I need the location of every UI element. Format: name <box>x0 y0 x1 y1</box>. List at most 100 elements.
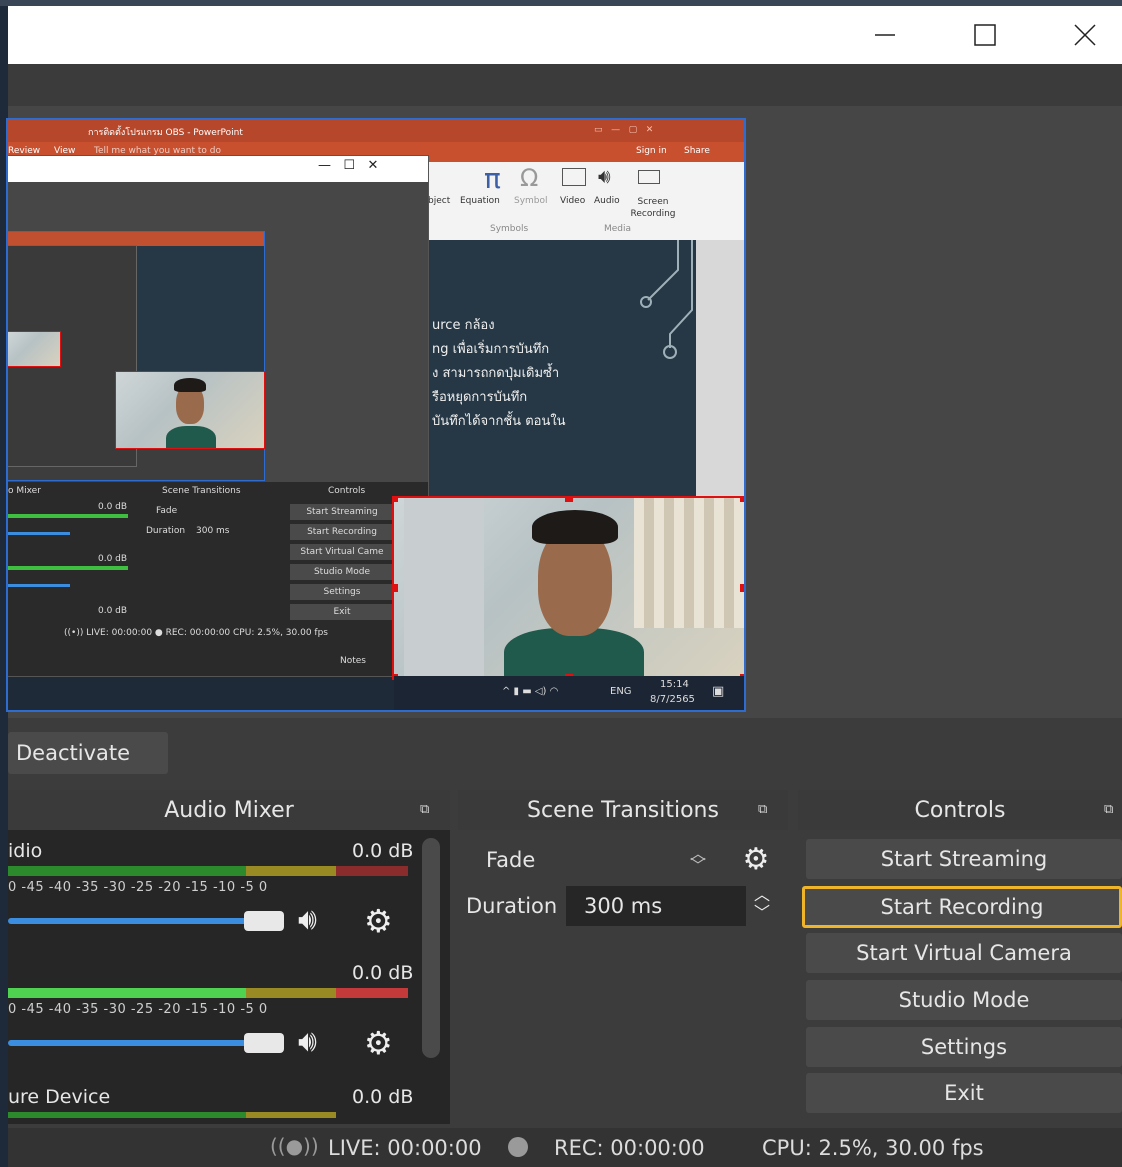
circuit-decoration <box>640 240 693 359</box>
duration-stepper[interactable]: ︿ ﹀ <box>746 886 778 926</box>
gear-icon[interactable]: ⚙ <box>364 1024 393 1062</box>
deactivate-button[interactable]: Deactivate <box>8 732 168 774</box>
tray-time: 15:14 <box>660 679 689 690</box>
audio-mixer-dock: Audio Mixer ⧉ idio 0.0 dB 0 -45 -40 -35 … <box>8 790 450 1124</box>
screen-recording-icon <box>638 170 660 184</box>
volume-slider-handle[interactable] <box>244 911 284 931</box>
nested-control-button: Studio Mode <box>290 564 394 580</box>
nested-db: 0.0 dB <box>98 606 128 616</box>
nested-webcam-small <box>8 331 61 367</box>
slide-line: ng เพื่อเริ่มการบันทึก <box>432 342 550 357</box>
omega-icon: Ω <box>520 164 539 192</box>
channel-volume-db: 0.0 dB <box>352 1086 414 1108</box>
volume-meter-yellow <box>246 988 336 998</box>
tray-date: 8/7/2565 <box>650 694 695 705</box>
slide-line: บันทึกได้จากชั้น ตอนใน <box>432 414 566 429</box>
volume-meter-red <box>336 988 408 998</box>
volume-meter-yellow <box>246 1112 336 1118</box>
window-controls-icon: ▭ — ▢ ✕ <box>594 125 654 135</box>
volume-slider-handle[interactable] <box>244 1033 284 1053</box>
start-streaming-button[interactable]: Start Streaming <box>806 839 1122 879</box>
minimize-icon <box>875 34 895 36</box>
ppt-tab-view: View <box>54 146 76 156</box>
volume-meter-red <box>336 866 408 876</box>
ribbon-item-object: bject <box>428 196 451 206</box>
undock-icon[interactable]: ⧉ <box>420 802 436 817</box>
maximize-button[interactable] <box>950 6 1020 64</box>
powerpoint-title-bar: การติดตั้งโปรแกรม OBS - PowerPoint ▭ — ▢… <box>8 120 744 142</box>
nested-control-button: Settings <box>290 584 394 600</box>
speaker-icon[interactable]: 🔊︎ <box>298 902 317 937</box>
volume-meter-yellow <box>246 866 336 876</box>
slide-line: รือหยุดการบันทึก <box>432 390 528 405</box>
transition-settings-gear-icon[interactable]: ⚙ <box>734 840 778 880</box>
windows-taskbar: ^ ▮ ▬ ◁) ◠ ENG 15:14 8/7/2565 ▣ <box>394 676 744 710</box>
desktop-edge <box>0 0 8 1167</box>
tray-lang: ENG <box>610 686 632 697</box>
gear-icon[interactable]: ⚙ <box>364 902 393 940</box>
ppt-share: Share <box>684 146 710 156</box>
start-virtual-camera-button[interactable]: Start Virtual Camera <box>806 933 1122 973</box>
channel-name: idio <box>8 840 43 862</box>
scene-transitions-dock: Scene Transitions ⧉ Fade ︿ ﹀ ⚙ Duration 3… <box>458 790 788 1124</box>
close-icon <box>1074 24 1096 46</box>
nested-duration: 300 ms <box>196 526 230 536</box>
volume-slider[interactable] <box>8 918 258 924</box>
start-recording-button[interactable]: Start Recording <box>802 886 1122 928</box>
webcam-person-hair <box>532 510 618 544</box>
resize-handle[interactable] <box>740 584 744 592</box>
duration-label: Duration <box>466 894 558 918</box>
nested-control-button: Start Streaming <box>290 504 394 520</box>
volume-slider[interactable] <box>8 1040 258 1046</box>
resize-handle[interactable] <box>394 498 398 502</box>
video-capture-source[interactable] <box>392 496 744 680</box>
channel-volume-db: 0.0 dB <box>352 840 414 862</box>
menu-bar <box>8 64 1122 106</box>
undock-icon[interactable]: ⧉ <box>758 802 774 817</box>
scene-transitions-title: Scene Transitions <box>527 797 719 823</box>
meter-ticks: 0 -45 -40 -35 -30 -25 -20 -15 -10 -5 0 <box>8 880 268 895</box>
volume-meter-green <box>8 988 246 998</box>
nested-slide <box>136 246 264 386</box>
webcam-wall <box>404 498 484 678</box>
nested-webcam <box>115 371 265 449</box>
studio-mode-button[interactable]: Studio Mode <box>806 980 1122 1020</box>
exit-button[interactable]: Exit <box>806 1073 1122 1113</box>
audio-icon: 🔊︎ <box>598 164 611 188</box>
ppt-sign-in: Sign in <box>636 146 667 156</box>
undock-icon[interactable]: ⧉ <box>1104 802 1120 817</box>
settings-button[interactable]: Settings <box>806 1027 1122 1067</box>
close-button[interactable] <box>1050 6 1120 64</box>
resize-handle[interactable] <box>394 584 398 592</box>
ribbon-item-audio: Audio <box>594 196 620 206</box>
status-bar: ((●)) LIVE: 00:00:00 REC: 00:00:00 CPU: … <box>8 1128 1122 1167</box>
live-timer: LIVE: 00:00:00 <box>328 1136 482 1160</box>
nested-control-button: Start Virtual Came <box>290 544 394 560</box>
audio-mixer-title: Audio Mixer <box>164 797 294 823</box>
nested-meter <box>8 566 128 570</box>
resize-handle[interactable] <box>565 498 573 502</box>
record-dot-icon <box>508 1137 528 1157</box>
select-arrows-icon: ︿ ﹀ <box>690 844 707 875</box>
nested-control-button: Start Recording <box>290 524 394 540</box>
cpu-fps: CPU: 2.5%, 30.00 fps <box>762 1136 984 1160</box>
display-capture-source[interactable]: การติดตั้งโปรแกรม OBS - PowerPoint ▭ — ▢… <box>6 118 746 712</box>
nested-duration-label: Duration <box>146 526 186 536</box>
powerpoint-title: การติดตั้งโปรแกรม OBS - PowerPoint <box>88 128 243 138</box>
minimize-button[interactable] <box>850 6 920 64</box>
nested-ppt-bar <box>8 232 264 246</box>
slide-line: urce กล้อง <box>432 318 495 333</box>
title-bar <box>8 6 1122 64</box>
duration-input[interactable]: 300 ms <box>566 886 746 926</box>
nested-meter <box>8 514 128 518</box>
rec-timer: REC: 00:00:00 <box>554 1136 705 1160</box>
nested-docks: o Mixer Scene Transitions Controls 0.0 d… <box>8 482 428 676</box>
ribbon-group-symbols: Symbols <box>490 224 529 234</box>
nested-capture <box>8 231 265 481</box>
mixer-scrollbar[interactable] <box>422 838 440 1058</box>
speaker-icon[interactable]: 🔊︎ <box>298 1024 317 1059</box>
volume-meter-green <box>8 1112 246 1118</box>
resize-handle[interactable] <box>740 498 744 502</box>
webcam-curtain <box>634 498 744 628</box>
powerpoint-ribbon: π Ω 🔊︎ bject Equation Symbol Video Audio… <box>428 162 744 240</box>
